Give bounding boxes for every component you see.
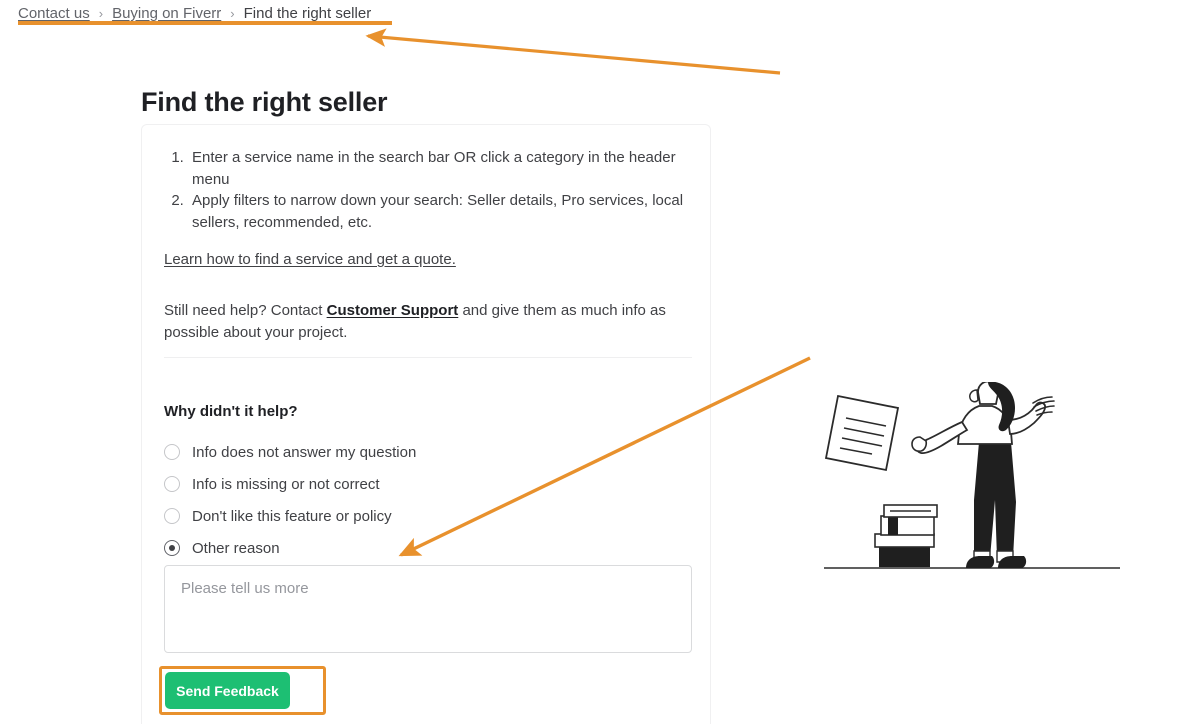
radio-option-label: Don't like this feature or policy bbox=[192, 507, 392, 525]
list-item: Apply filters to narrow down your search… bbox=[188, 190, 708, 233]
instruction-list: Enter a service name in the search bar O… bbox=[142, 147, 708, 233]
list-item: Enter a service name in the search bar O… bbox=[188, 147, 708, 190]
section-divider bbox=[164, 357, 692, 358]
radio-option-other-reason[interactable]: Other reason bbox=[164, 532, 644, 564]
person-shrugging-with-document-illustration bbox=[820, 380, 1125, 582]
radio-circle-icon[interactable] bbox=[164, 444, 180, 460]
feedback-radio-group: Info does not answer my question Info is… bbox=[164, 436, 644, 564]
radio-option-info-does-not-answer[interactable]: Info does not answer my question bbox=[164, 436, 644, 468]
breadcrumb-separator-icon: › bbox=[230, 5, 235, 21]
radio-option-label: Info is missing or not correct bbox=[192, 475, 380, 493]
radio-circle-selected-icon[interactable] bbox=[164, 540, 180, 556]
support-paragraph: Still need help? Contact Customer Suppor… bbox=[164, 300, 679, 343]
breadcrumb-item-current: Find the right seller bbox=[243, 4, 372, 22]
radio-option-label: Info does not answer my question bbox=[192, 443, 417, 461]
radio-option-dont-like-feature[interactable]: Don't like this feature or policy bbox=[164, 500, 644, 532]
page-title: Find the right seller bbox=[141, 87, 388, 118]
breadcrumb-item-contact-us[interactable]: Contact us bbox=[18, 5, 90, 22]
radio-circle-icon[interactable] bbox=[164, 508, 180, 524]
breadcrumb-item-buying-on-fiverr[interactable]: Buying on Fiverr bbox=[112, 5, 221, 22]
breadcrumb-highlight-underline bbox=[18, 21, 392, 25]
learn-more-link[interactable]: Learn how to find a service and get a qu… bbox=[164, 251, 456, 268]
arrow-to-breadcrumb bbox=[365, 28, 781, 75]
radio-option-info-missing[interactable]: Info is missing or not correct bbox=[164, 468, 644, 500]
support-text-prefix: Still need help? Contact bbox=[164, 302, 327, 319]
article-card: Enter a service name in the search bar O… bbox=[141, 124, 711, 724]
customer-support-link[interactable]: Customer Support bbox=[327, 302, 459, 319]
send-feedback-button[interactable]: Send Feedback bbox=[165, 672, 290, 709]
feedback-textarea[interactable] bbox=[164, 565, 692, 653]
radio-option-label: Other reason bbox=[192, 539, 280, 557]
radio-circle-icon[interactable] bbox=[164, 476, 180, 492]
breadcrumb-separator-icon: › bbox=[98, 5, 104, 21]
feedback-question-label: Why didn't it help? bbox=[164, 403, 298, 420]
